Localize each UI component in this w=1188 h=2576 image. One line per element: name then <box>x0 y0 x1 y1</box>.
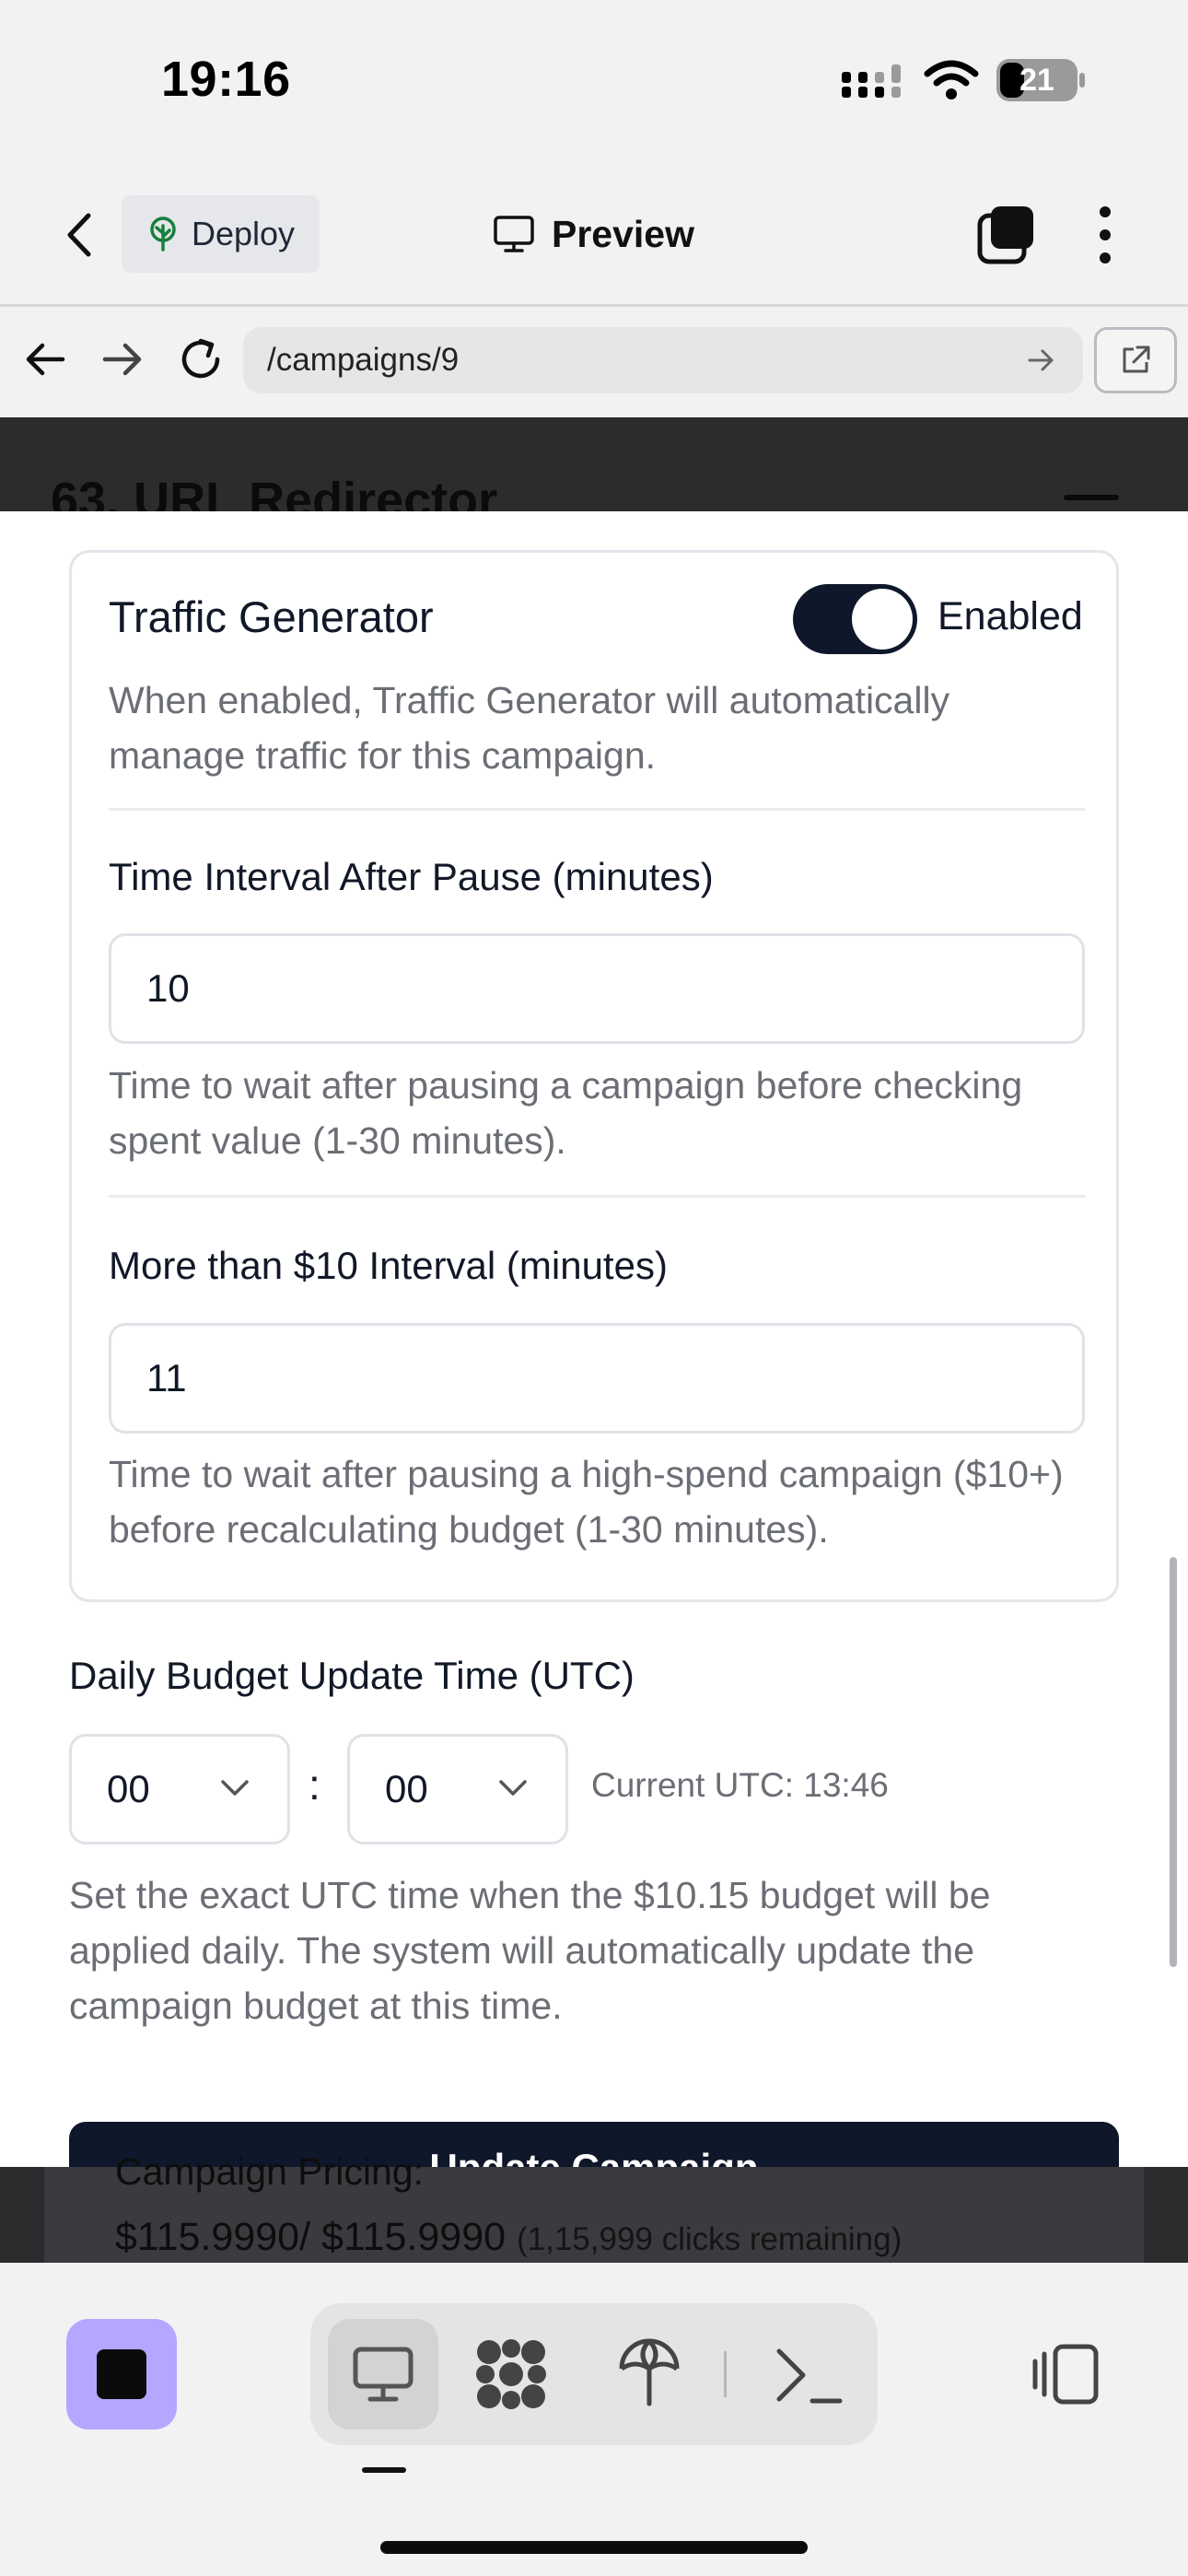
daily-budget-help: Set the exact UTC time when the $10.15 b… <box>69 1874 991 2027</box>
traffic-generator-toggle[interactable] <box>793 584 917 654</box>
high-spend-interval-help: Time to wait after pausing a high-spend … <box>109 1453 1064 1551</box>
more-vertical-icon[interactable] <box>1085 203 1125 267</box>
monitor-icon <box>353 2347 413 2402</box>
traffic-generator-card: Traffic Generator Enabled When enabled, … <box>69 550 1119 1602</box>
pause-interval-help: Time to wait after pausing a campaign be… <box>109 1064 1023 1162</box>
preview-label: Preview <box>552 212 694 255</box>
daily-budget-label: Daily Budget Update Time (UTC) <box>69 1654 635 1697</box>
hour-select[interactable]: 00 <box>69 1734 290 1844</box>
traffic-generator-title: Traffic Generator <box>109 592 434 641</box>
deploy-button[interactable]: Deploy <box>122 195 320 273</box>
arrow-right-icon[interactable] <box>1024 344 1057 377</box>
pause-interval-value: 10 <box>146 966 190 1010</box>
chevron-left-icon <box>67 213 91 257</box>
cellular-signal-icon <box>842 64 901 98</box>
pricing-label: Campaign Pricing: <box>115 2150 424 2193</box>
home-indicator[interactable] <box>380 2541 808 2554</box>
tree-icon <box>150 217 176 252</box>
minute-value: 00 <box>385 1767 428 1810</box>
wifi-icon <box>924 60 979 100</box>
high-spend-interval-value: 11 <box>146 1356 187 1399</box>
scrollbar[interactable] <box>1170 1557 1177 1967</box>
time-separator: : <box>309 1761 320 1809</box>
pricing-value: $115.9990/ $115.9990 (1,15,999 clicks re… <box>115 2215 902 2260</box>
pause-interval-label: Time Interval After Pause (minutes) <box>109 855 714 898</box>
edit-campaign-modal: Traffic Generator Enabled When enabled, … <box>0 511 1188 2167</box>
reload-icon[interactable] <box>173 332 228 387</box>
preview-title: Preview <box>493 208 694 260</box>
pause-interval-input[interactable]: 10 <box>109 933 1085 1044</box>
traffic-generator-description: When enabled, Traffic Generator will aut… <box>109 679 950 777</box>
arrow-right-icon[interactable] <box>96 334 147 385</box>
battery-icon: 21 <box>996 59 1085 101</box>
divider <box>109 808 1085 811</box>
high-spend-interval-input[interactable]: 11 <box>109 1323 1085 1434</box>
stop-icon <box>97 2349 146 2399</box>
status-time: 19:16 <box>161 52 291 107</box>
stop-button[interactable] <box>66 2319 177 2430</box>
hour-value: 00 <box>107 1767 150 1810</box>
pricing-note: (1,15,999 clicks remaining) <box>517 2221 903 2257</box>
desktop-view-button[interactable] <box>328 2319 438 2430</box>
active-tab-indicator <box>362 2467 406 2473</box>
divider <box>109 1195 1085 1198</box>
external-link-icon <box>1123 345 1150 373</box>
deploy-tree-icon[interactable] <box>612 2336 686 2409</box>
toolbar-separator <box>724 2351 727 2397</box>
apps-grid-icon[interactable] <box>474 2337 548 2411</box>
pricing-amount: $115.9990/ $115.9990 <box>115 2215 507 2259</box>
monitor-icon <box>494 216 534 252</box>
toggle-knob <box>852 589 913 650</box>
tabs-icon[interactable] <box>976 205 1037 265</box>
minute-select[interactable]: 00 <box>347 1734 568 1844</box>
url-input[interactable]: /campaigns/9 <box>243 327 1083 393</box>
chevron-down-icon <box>499 1780 527 1796</box>
sidebar-toggle-icon[interactable] <box>1030 2337 1103 2411</box>
high-spend-interval-label: More than $10 Interval (minutes) <box>109 1244 668 1287</box>
back-button[interactable] <box>51 207 106 263</box>
terminal-icon[interactable] <box>772 2340 845 2410</box>
deploy-label: Deploy <box>192 215 296 252</box>
current-utc-time: Current UTC: 13:46 <box>591 1766 889 1804</box>
arrow-left-icon[interactable] <box>20 334 72 385</box>
open-external-button[interactable] <box>1094 327 1177 393</box>
battery-level: 21 <box>1019 63 1054 98</box>
toggle-state-label: Enabled <box>938 594 1083 638</box>
url-text: /campaigns/9 <box>267 342 460 378</box>
menu-icon <box>1064 495 1119 500</box>
chevron-down-icon <box>221 1780 249 1796</box>
